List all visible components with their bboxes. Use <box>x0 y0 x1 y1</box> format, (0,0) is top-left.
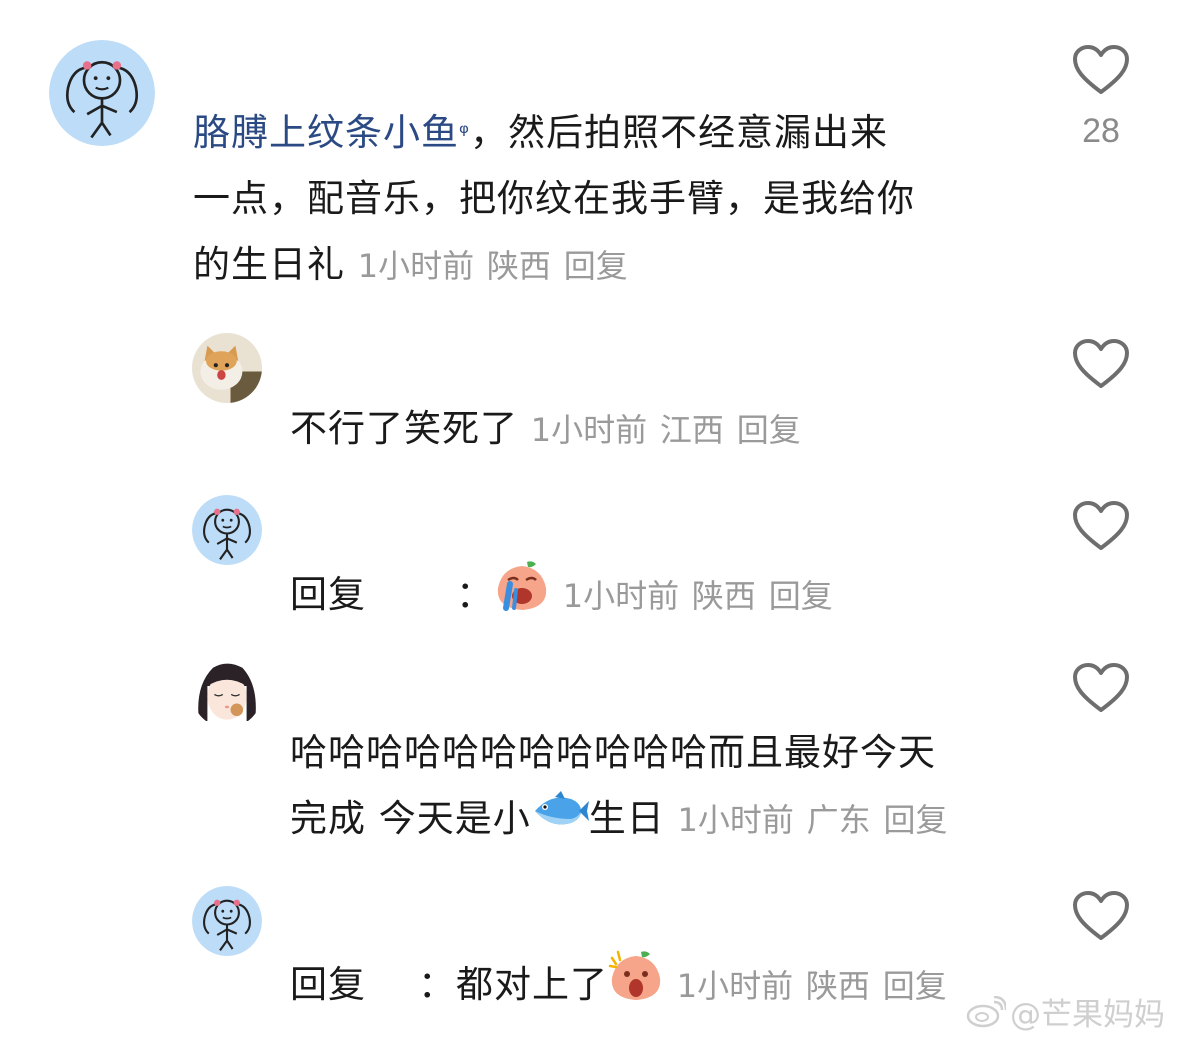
stick-girl-avatar-icon <box>192 886 262 956</box>
reply-button[interactable]: 回复 <box>883 801 947 839</box>
heart-icon <box>1073 339 1129 388</box>
comment-text: 不行了笑死了 1小时前 江西 回复 <box>290 407 801 450</box>
reply-button[interactable]: 回复 <box>883 967 947 1005</box>
user-avatar[interactable] <box>49 40 155 146</box>
comment-time: 1小时前 <box>562 577 680 615</box>
comment-location: 陕西 <box>691 577 756 615</box>
heart-icon <box>1073 663 1129 712</box>
comment-location: 陕西 <box>805 967 870 1005</box>
reply-button[interactable]: 回复 <box>737 411 801 449</box>
heart-icon <box>1073 45 1129 94</box>
search-icon: ᵠ <box>459 119 470 147</box>
comment-location: 陕西 <box>486 247 551 285</box>
user-avatar[interactable] <box>192 886 262 956</box>
comment-text: 回复： 1小时前 陕西 回复 <box>290 558 833 635</box>
anime-girl-avatar-icon <box>192 658 262 728</box>
comment-location: 广东 <box>806 801 871 839</box>
comment-time: 1小时前 <box>677 801 794 839</box>
like-button[interactable] <box>1072 338 1130 390</box>
user-avatar[interactable] <box>192 333 262 403</box>
heart-icon <box>1073 891 1129 940</box>
stick-girl-avatar-icon <box>49 40 155 146</box>
fish-emoji-icon <box>531 788 589 854</box>
comment-time: 1小时前 <box>357 247 475 285</box>
heart-icon <box>1073 501 1129 550</box>
comment-location: 江西 <box>659 411 724 449</box>
weibo-logo-icon <box>966 995 1008 1036</box>
comment-time: 1小时前 <box>530 411 648 449</box>
topic-link[interactable]: 胳膊上纹条小鱼 <box>193 111 459 154</box>
watermark: @芒果妈妈 <box>966 989 1165 1037</box>
reply-button[interactable]: 回复 <box>769 577 833 615</box>
stick-girl-avatar-icon <box>192 495 262 565</box>
like-button[interactable] <box>1072 44 1130 96</box>
cat-avatar-icon <box>192 333 262 403</box>
comment-time: 1小时前 <box>676 967 794 1005</box>
like-button[interactable] <box>1072 662 1130 714</box>
user-avatar[interactable] <box>192 658 262 728</box>
shocked-peach-emoji-icon <box>608 948 664 1025</box>
comment-text: 哈哈哈哈哈哈哈哈哈哈哈而且最好今天 完成 今天是小 生日 1小时前 广东 回复 <box>290 720 1030 854</box>
like-count: 28 <box>1082 112 1120 150</box>
crying-peach-emoji-icon <box>494 558 550 635</box>
user-avatar[interactable] <box>192 495 262 565</box>
comment-text: 胳膊上纹条小鱼ᵠ，然后拍照不经意漏出来 一点，配音乐，把你纹在我手臂，是我给你 … <box>193 111 915 286</box>
like-button[interactable] <box>1072 890 1130 942</box>
comment-text: 回复 ：都对上了 1小时前 陕西 回复 <box>290 948 947 1025</box>
reply-button[interactable]: 回复 <box>564 247 628 285</box>
like-button[interactable] <box>1072 500 1130 552</box>
